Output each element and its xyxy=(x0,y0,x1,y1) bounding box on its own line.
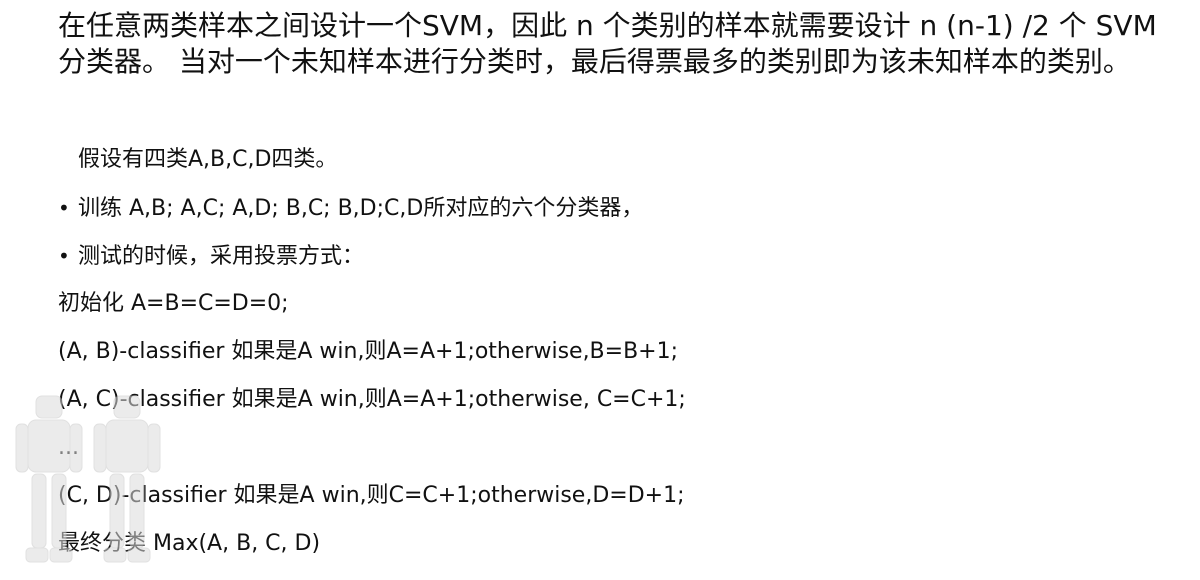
intro-paragraph: 在任意两类样本之间设计一个SVM，因此 n 个类别的样本就需要设计 n (n-1… xyxy=(58,9,1157,78)
line-init: 初始化 A=B=C=D=0; xyxy=(58,292,1158,316)
line-final: 最终分类 Max(A, B, C, D) xyxy=(58,532,1158,556)
line-train: • 训练 A,B; A,C; A,D; B,C; B,D;C,D所对应的六个分类器… xyxy=(58,196,1158,221)
line-ac-classifier: (A, C)-classifier 如果是A win,则A=A+1;otherw… xyxy=(58,388,1158,412)
body-lines: 假设有四类A,B,C,D四类。 • 训练 A,B; A,C; A,D; B,C; … xyxy=(58,148,1158,580)
line-text: (A, B)-classifier 如果是A win,则A=A+1;otherw… xyxy=(58,339,679,364)
line-ab-classifier: (A, B)-classifier 如果是A win,则A=A+1;otherw… xyxy=(58,340,1158,364)
robot-figures-icon xyxy=(15,395,161,563)
bullet: • xyxy=(58,196,70,220)
line-text: 测试的时候，采用投票方式： xyxy=(78,244,365,269)
bullet: • xyxy=(58,244,70,268)
line-cd-classifier: (C, D)-classifier 如果是A win,则C=C+1;otherw… xyxy=(58,484,1158,508)
slide: 在任意两类样本之间设计一个SVM，因此 n 个类别的样本就需要设计 n (n-1… xyxy=(0,0,1200,580)
line-test: • 测试的时候，采用投票方式： xyxy=(58,244,1158,269)
line-assumption: 假设有四类A,B,C,D四类。 xyxy=(58,148,1158,172)
line-ellipsis: ... xyxy=(58,436,1158,460)
line-text: 假设有四类A,B,C,D四类。 xyxy=(78,147,338,172)
line-text: 训练 A,B; A,C; A,D; B,C; B,D;C,D所对应的六个分类器， xyxy=(78,196,644,221)
line-text: 初始化 A=B=C=D=0; xyxy=(58,291,289,316)
